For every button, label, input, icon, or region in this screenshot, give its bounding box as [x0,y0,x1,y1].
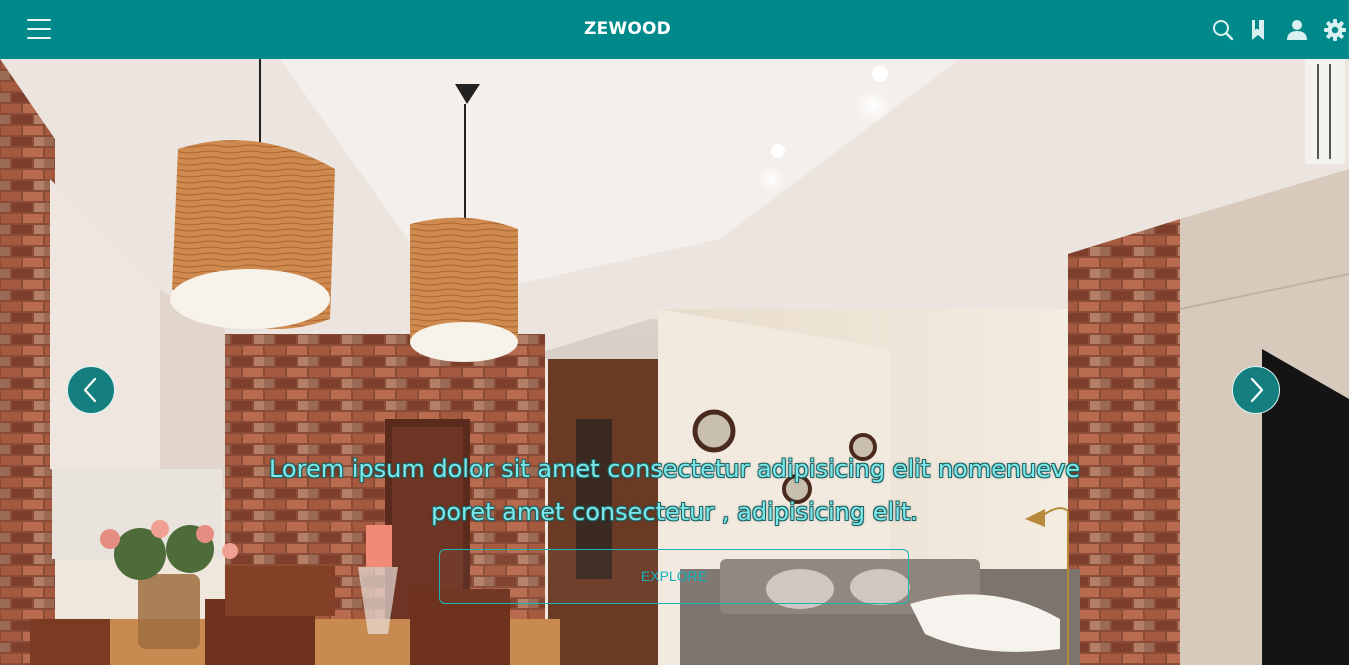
hero-slider: Lorem ipsum dolor sit amet consectetur a… [0,59,1349,665]
explore-button[interactable]: EXPLORE [439,549,909,604]
gear-icon[interactable] [1323,18,1347,42]
chevron-left-icon [83,377,97,403]
search-icon[interactable] [1211,18,1235,42]
header-actions [1211,18,1346,44]
next-slide-button[interactable] [1232,366,1280,414]
bookmark-icon[interactable] [1247,18,1271,42]
hero-headline: Lorem ipsum dolor sit amet consectetur a… [200,448,1149,534]
prev-slide-button[interactable] [67,366,115,414]
top-navigation-bar: ZEWOOD [0,0,1349,59]
chevron-right-icon [1250,377,1264,403]
user-icon[interactable] [1285,18,1309,42]
hero-headline-line-1: Lorem ipsum dolor sit amet consectetur a… [268,455,1081,483]
hero-headline-line-2: poret amet consectetur , adipisicing eli… [431,498,918,526]
brand-logo[interactable]: ZEWOOD [0,19,1255,39]
